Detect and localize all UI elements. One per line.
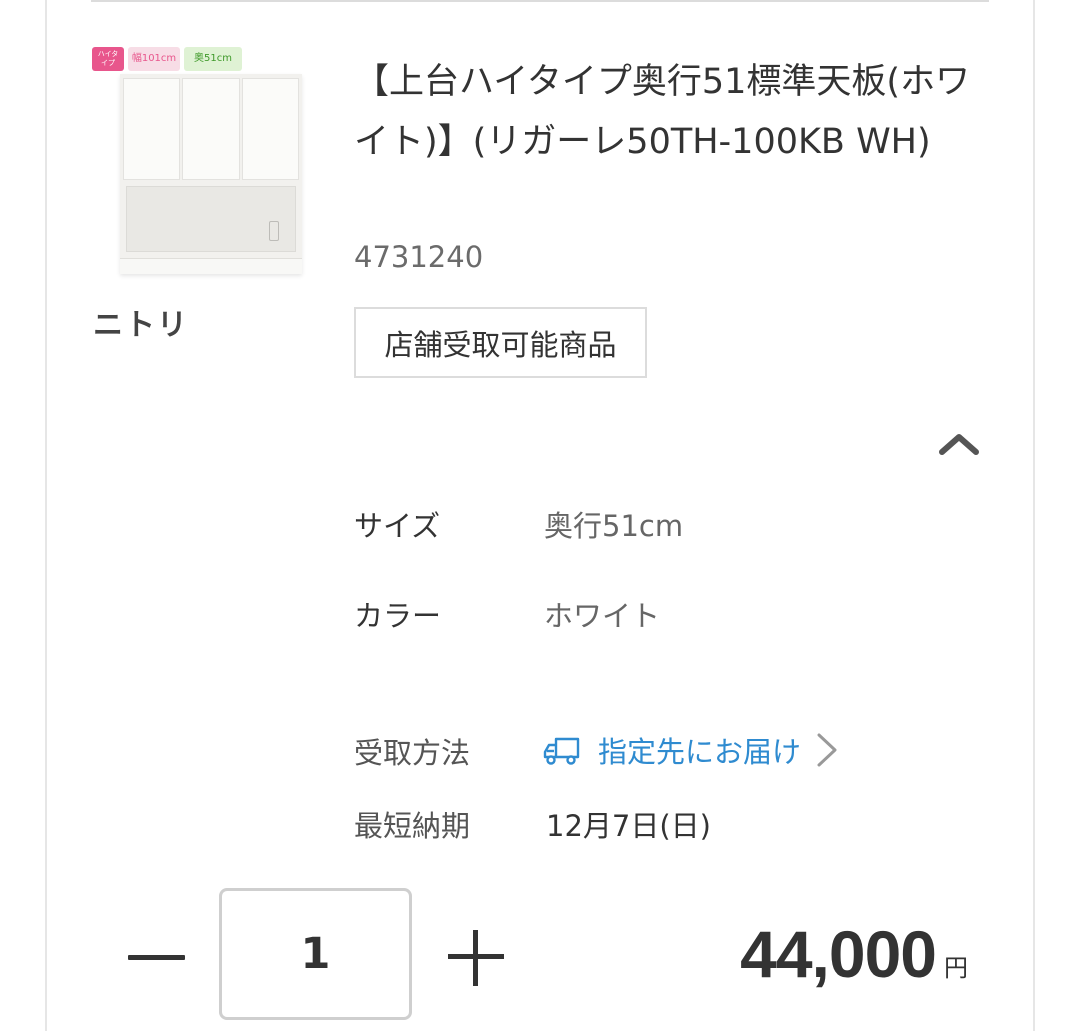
badge-high-type: ハイタイプ xyxy=(92,47,124,71)
pickup-method-link[interactable]: 指定先にお届け xyxy=(542,728,841,772)
size-label: サイズ xyxy=(354,509,441,543)
cabinet-door xyxy=(242,78,299,180)
increase-quantity-button[interactable] xyxy=(448,930,504,986)
quantity-input[interactable]: 1 xyxy=(219,888,412,1020)
cabinet-door xyxy=(182,78,240,180)
cabinet-illustration xyxy=(120,74,302,274)
truck-icon xyxy=(543,737,580,765)
color-value[interactable]: ホワイト xyxy=(544,593,660,635)
product-image[interactable]: ハイタイプ 幅101cm 奥51cm xyxy=(88,42,306,278)
product-code: 4731240 xyxy=(354,240,484,274)
cabinet-door xyxy=(123,78,180,180)
delivery-date-value: 12月7日(日) xyxy=(546,809,711,843)
maker-name: ニトリ xyxy=(93,308,189,343)
decrease-quantity-button[interactable] xyxy=(126,935,186,979)
pickup-method-value: 指定先にお届け xyxy=(598,735,802,769)
cabinet-base xyxy=(120,258,302,274)
product-title: 【上台ハイタイプ奥行51標準天板(ホワイト)】(リガーレ50TH-100KB W… xyxy=(354,62,971,162)
badge-width: 幅101cm xyxy=(128,47,180,71)
price-currency: 円 xyxy=(944,954,968,982)
minus-icon xyxy=(127,954,185,960)
cabinet-open-shelf xyxy=(126,186,296,252)
color-label: カラー xyxy=(354,599,442,633)
price-amount: 44,000 xyxy=(740,917,937,991)
delivery-date-label: 最短納期 xyxy=(354,809,471,843)
badge-depth: 奥51cm xyxy=(184,47,242,71)
chevron-up-icon[interactable] xyxy=(938,428,980,458)
chevron-right-icon xyxy=(817,733,837,767)
outlet-icon xyxy=(269,221,279,241)
divider xyxy=(91,0,989,2)
store-pickup-tag: 店舗受取可能商品 xyxy=(354,307,647,378)
size-value[interactable]: 奥行51cm xyxy=(544,503,683,545)
pickup-method-label: 受取方法 xyxy=(354,736,471,770)
